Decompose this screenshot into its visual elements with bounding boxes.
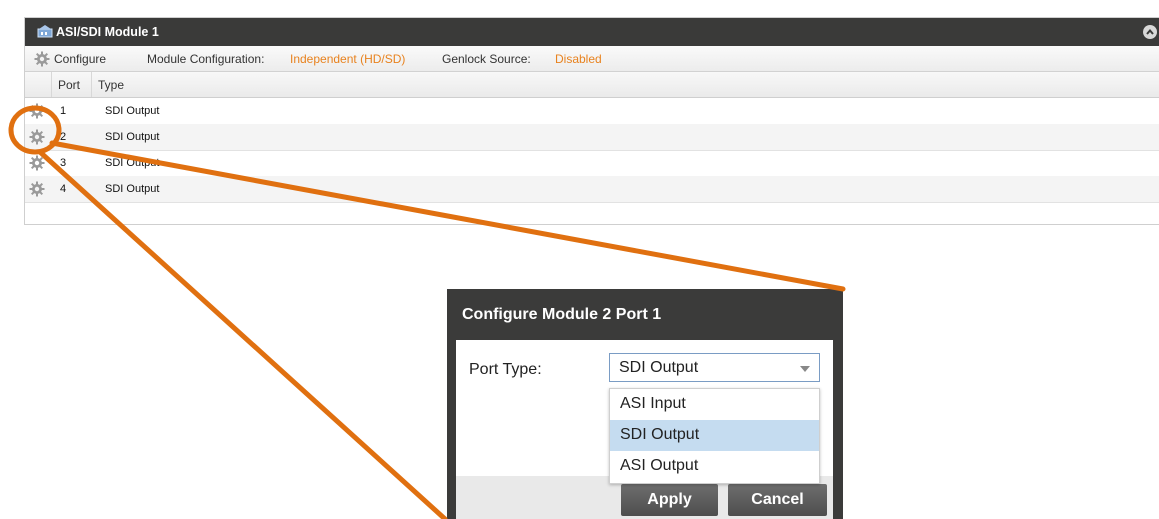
panel-header: ASI/SDI Module 1 bbox=[25, 18, 1159, 46]
port-number: 1 bbox=[60, 105, 67, 117]
gear-icon[interactable] bbox=[29, 103, 45, 119]
module-configuration-label: Module Configuration: bbox=[147, 52, 265, 66]
port-type: SDI Output bbox=[105, 131, 160, 143]
port-number: 4 bbox=[60, 183, 67, 195]
port-type-select[interactable]: SDI Output bbox=[609, 353, 820, 382]
genlock-source-value: Disabled bbox=[555, 52, 602, 66]
gear-icon[interactable] bbox=[34, 51, 50, 67]
port-type-dropdown-list: ASI Input SDI Output ASI Output bbox=[609, 388, 820, 484]
dropdown-option-asi-input[interactable]: ASI Input bbox=[610, 389, 819, 420]
table-row[interactable]: 2 SDI Output bbox=[25, 124, 1159, 151]
port-type-selected-value: SDI Output bbox=[619, 359, 699, 376]
module-icon bbox=[37, 25, 53, 38]
table-row[interactable]: 4 SDI Output bbox=[25, 176, 1159, 203]
port-number: 3 bbox=[60, 157, 67, 169]
genlock-source-label: Genlock Source: bbox=[442, 52, 531, 66]
collapse-icon[interactable] bbox=[1143, 25, 1157, 39]
dropdown-caret-icon[interactable] bbox=[800, 366, 810, 372]
table-row[interactable]: 3 SDI Output bbox=[25, 150, 1159, 177]
port-type: SDI Output bbox=[105, 105, 160, 117]
module-panel: ASI/SDI Module 1 Configure Module Config… bbox=[24, 17, 1159, 225]
port-type-label: Port Type: bbox=[469, 361, 542, 378]
column-header-type[interactable]: Type bbox=[98, 78, 124, 92]
gear-icon[interactable] bbox=[29, 155, 45, 171]
apply-button[interactable]: Apply bbox=[621, 484, 718, 516]
column-header-port[interactable]: Port bbox=[58, 78, 80, 92]
dropdown-option-sdi-output[interactable]: SDI Output bbox=[610, 420, 819, 451]
cancel-button[interactable]: Cancel bbox=[728, 484, 827, 516]
configure-button[interactable]: Configure bbox=[54, 52, 106, 66]
panel-title: ASI/SDI Module 1 bbox=[56, 25, 159, 39]
module-configuration-value: Independent (HD/SD) bbox=[290, 52, 406, 66]
gear-icon[interactable] bbox=[29, 129, 45, 145]
table-row[interactable]: 1 SDI Output bbox=[25, 98, 1159, 125]
dropdown-option-asi-output[interactable]: ASI Output bbox=[610, 451, 819, 482]
gear-icon[interactable] bbox=[29, 181, 45, 197]
table-header: Port Type bbox=[25, 72, 1159, 98]
port-type: SDI Output bbox=[105, 183, 160, 195]
dialog-body: Port Type: SDI Output ASI Input SDI Outp… bbox=[456, 340, 833, 484]
port-number: 2 bbox=[60, 131, 67, 143]
dialog-title: Configure Module 2 Port 1 bbox=[462, 306, 662, 323]
port-type: SDI Output bbox=[105, 157, 160, 169]
module-toolbar: Configure Module Configuration: Independ… bbox=[25, 46, 1159, 72]
configure-port-dialog: Configure Module 2 Port 1 Port Type: SDI… bbox=[447, 289, 843, 519]
